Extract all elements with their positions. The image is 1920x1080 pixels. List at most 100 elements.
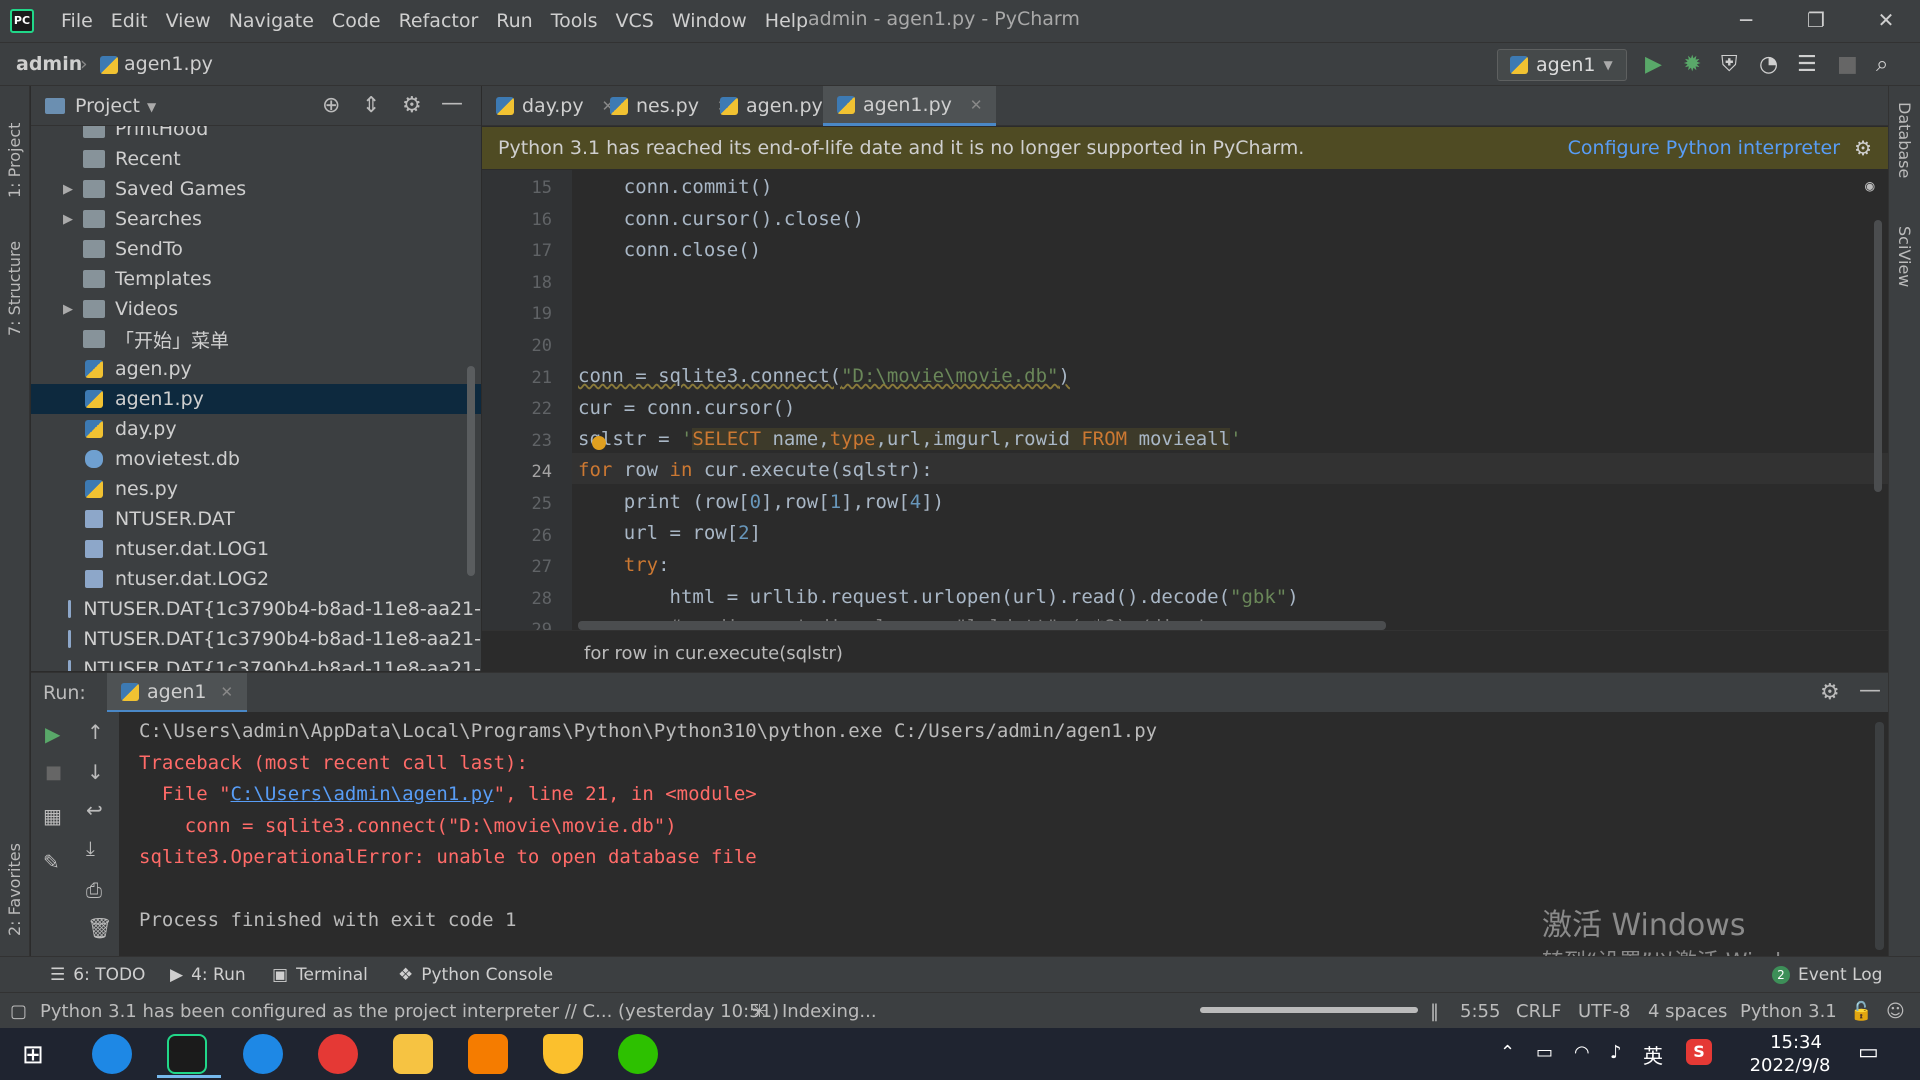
favorites-tool-tab[interactable]: 2: Favorites bbox=[5, 826, 24, 936]
file-encoding[interactable]: UTF-8 bbox=[1578, 1001, 1630, 1022]
editor-breadcrumb[interactable]: for row in cur.execute(sqlstr) bbox=[482, 630, 1888, 672]
search-icon[interactable]: ⌕ bbox=[1876, 52, 1888, 77]
project-tree-item[interactable]: 「开始」菜单 bbox=[31, 324, 481, 354]
clock-date[interactable]: 2022/9/8 bbox=[1740, 1055, 1840, 1076]
console-scrollbar[interactable] bbox=[1875, 722, 1884, 950]
caret-position[interactable]: 5:55 bbox=[1460, 1001, 1500, 1022]
project-tree-item[interactable]: nes.py bbox=[31, 474, 481, 504]
project-tree-item[interactable]: NTUSER.DAT{1c3790b4-b8ad-11e8-aa21- bbox=[31, 654, 481, 671]
project-tree-item[interactable]: Templates bbox=[31, 264, 481, 294]
wechat-app-icon[interactable] bbox=[618, 1034, 658, 1074]
run-configuration-select[interactable]: agen1 ▼ bbox=[1497, 49, 1627, 81]
arrow-up-icon[interactable]: ↑ bbox=[87, 720, 104, 744]
menu-view[interactable]: View bbox=[157, 10, 220, 32]
browser-app-icon[interactable] bbox=[243, 1034, 283, 1074]
editor-vertical-scrollbar[interactable] bbox=[1874, 220, 1882, 492]
stop-icon[interactable]: ■ bbox=[45, 762, 62, 783]
rerun-icon[interactable]: ▶ bbox=[45, 722, 60, 746]
project-tree-item[interactable]: SendTo bbox=[31, 234, 481, 264]
project-tree-item[interactable]: PrintHood bbox=[31, 126, 481, 144]
menu-file[interactable]: File bbox=[52, 10, 102, 32]
project-scrollbar[interactable] bbox=[467, 366, 475, 576]
close-window-button[interactable]: ✕ bbox=[1866, 8, 1906, 32]
minimize-button[interactable]: ─ bbox=[1726, 8, 1766, 32]
arrow-down-icon[interactable]: ↓ bbox=[87, 760, 104, 784]
tray-overflow-icon[interactable]: ⌃ bbox=[1500, 1042, 1515, 1063]
project-tree-item[interactable]: day.py bbox=[31, 414, 481, 444]
expand-arrow-icon[interactable]: ▶ bbox=[63, 182, 83, 197]
menu-vcs[interactable]: VCS bbox=[607, 10, 663, 32]
menu-navigate[interactable]: Navigate bbox=[220, 10, 323, 32]
build-icon[interactable]: ☰ bbox=[1797, 52, 1817, 77]
windows-start-icon[interactable]: ⊞ bbox=[22, 1040, 44, 1070]
network-icon[interactable]: ◠ bbox=[1574, 1042, 1590, 1063]
expand-arrow-icon[interactable]: ▶ bbox=[63, 212, 83, 227]
battery-icon[interactable]: ▭ bbox=[1536, 1042, 1553, 1063]
file-explorer-icon[interactable] bbox=[393, 1034, 433, 1074]
print-icon[interactable]: ⎙ bbox=[86, 878, 102, 902]
close-icon[interactable]: ✕ bbox=[221, 683, 234, 701]
notification-icon[interactable]: ▭ bbox=[1858, 1040, 1879, 1065]
profile-icon[interactable]: ◔ bbox=[1759, 52, 1778, 77]
breadcrumb-root[interactable]: admin bbox=[16, 53, 82, 75]
project-tree-item[interactable]: Recent bbox=[31, 144, 481, 174]
run-tool-tab[interactable]: ▶ 4: Run bbox=[170, 965, 246, 985]
debug-icon[interactable]: ✹ bbox=[1683, 52, 1701, 77]
todo-tool-tab[interactable]: ☰ 6: TODO bbox=[50, 965, 145, 985]
project-tree-item[interactable]: ntuser.dat.LOG1 bbox=[31, 534, 481, 564]
project-tree-item[interactable]: agen1.py bbox=[31, 384, 481, 414]
hide-panel-icon[interactable]: — bbox=[441, 91, 463, 116]
project-tree-item[interactable]: movietest.db bbox=[31, 444, 481, 474]
structure-tool-tab[interactable]: 7: Structure bbox=[5, 226, 24, 336]
intention-bulb-icon[interactable] bbox=[592, 436, 606, 450]
layout-icon[interactable]: ▦ bbox=[43, 804, 62, 828]
project-tree-item[interactable]: ntuser.dat.LOG2 bbox=[31, 564, 481, 594]
office-app-icon[interactable] bbox=[468, 1034, 508, 1074]
menu-code[interactable]: Code bbox=[323, 10, 390, 32]
project-tree-item[interactable]: agen.py bbox=[31, 354, 481, 384]
soft-wrap-icon[interactable]: ↩ bbox=[86, 798, 103, 822]
stop-icon[interactable]: ■ bbox=[1837, 52, 1858, 77]
project-tree-item[interactable]: ▶ Videos bbox=[31, 294, 481, 324]
expand-arrow-icon[interactable]: ▶ bbox=[63, 302, 83, 317]
clock-time[interactable]: 15:34 bbox=[1756, 1032, 1836, 1053]
browser-app-icon[interactable] bbox=[92, 1034, 132, 1074]
status-message[interactable]: Python 3.1 has been configured as the pr… bbox=[40, 1001, 779, 1022]
ime-indicator[interactable]: 英 bbox=[1643, 1040, 1663, 1069]
traceback-file-link[interactable]: C:\Users\admin\agen1.py bbox=[231, 783, 494, 805]
menu-window[interactable]: Window bbox=[663, 10, 756, 32]
database-tool-tab[interactable]: Database bbox=[1895, 102, 1914, 212]
project-tree-item[interactable]: NTUSER.DAT bbox=[31, 504, 481, 534]
collapse-all-icon[interactable]: ⇕ bbox=[362, 93, 380, 118]
sciview-tool-tab[interactable]: SciView bbox=[1895, 226, 1914, 326]
project-view-label[interactable]: Project bbox=[75, 95, 140, 117]
project-tree-item[interactable]: ▶ Searches bbox=[31, 204, 481, 234]
restore-button[interactable]: ❐ bbox=[1796, 8, 1836, 32]
lock-icon[interactable]: 🔓 bbox=[1850, 1001, 1872, 1022]
locate-icon[interactable]: ⊕ bbox=[322, 93, 340, 118]
chevron-down-icon[interactable]: ▼ bbox=[147, 100, 156, 114]
close-icon[interactable]: ✕ bbox=[970, 96, 983, 114]
security-app-icon[interactable] bbox=[543, 1034, 583, 1074]
hide-panel-icon[interactable]: — bbox=[1859, 678, 1881, 703]
breadcrumb-file[interactable]: agen1.py bbox=[124, 53, 213, 75]
interpreter-setting[interactable]: Python 3.1 bbox=[1740, 1001, 1837, 1022]
inspector-icon[interactable]: ☺ bbox=[1886, 1001, 1905, 1022]
indexing-status[interactable]: Indexing... bbox=[782, 1001, 877, 1022]
python-console-tool-tab[interactable]: ❖ Python Console bbox=[398, 965, 553, 985]
event-log-tool-tab[interactable]: 2 Event Log bbox=[1772, 965, 1882, 985]
pin-icon[interactable]: ✎ bbox=[43, 850, 60, 874]
editor-horizontal-scrollbar[interactable] bbox=[578, 621, 1386, 630]
project-tool-tab[interactable]: 1: Project bbox=[5, 98, 24, 198]
code-editor[interactable]: 151617181920212223242526272829 conn.comm… bbox=[482, 170, 1888, 630]
music-app-icon[interactable] bbox=[318, 1034, 358, 1074]
gear-icon[interactable]: ⚙ bbox=[402, 93, 422, 118]
run-tab[interactable]: agen1 ✕ bbox=[107, 673, 248, 713]
project-tree-item[interactable]: NTUSER.DAT{1c3790b4-b8ad-11e8-aa21- bbox=[31, 624, 481, 654]
project-tree-item[interactable]: ▶ Saved Games bbox=[31, 174, 481, 204]
status-panel-icon[interactable]: ▢ bbox=[10, 1001, 27, 1022]
sogou-ime-icon[interactable]: S bbox=[1686, 1039, 1712, 1065]
trash-icon[interactable]: 🗑 bbox=[87, 916, 112, 940]
menu-run[interactable]: Run bbox=[487, 10, 541, 32]
menu-tools[interactable]: Tools bbox=[542, 10, 607, 32]
